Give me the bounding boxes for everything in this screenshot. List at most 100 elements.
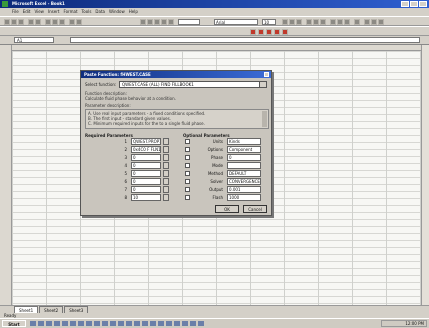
taskbar-app-icon[interactable]: [166, 321, 172, 326]
start-button[interactable]: Start: [2, 320, 26, 327]
optional-checkbox[interactable]: [185, 171, 190, 176]
save-icon[interactable]: [18, 19, 24, 25]
taskbar-app-icon[interactable]: [182, 321, 188, 326]
taskbar-app-icon[interactable]: [62, 321, 68, 326]
print-icon[interactable]: [28, 19, 34, 25]
required-param-input[interactable]: 0: [131, 162, 161, 169]
align-left-icon[interactable]: [306, 19, 312, 25]
taskbar-app-icon[interactable]: [142, 321, 148, 326]
menu-data[interactable]: Data: [95, 8, 105, 16]
taskbar-app-icon[interactable]: [38, 321, 44, 326]
menu-tools[interactable]: Tools: [82, 8, 92, 16]
font-name-select[interactable]: Arial: [214, 19, 258, 25]
row-headers[interactable]: [0, 45, 12, 305]
taskbar-app-icon[interactable]: [54, 321, 60, 326]
font-size-select[interactable]: 10: [262, 19, 276, 25]
optional-checkbox[interactable]: [185, 147, 190, 152]
optional-param-input[interactable]: DEFAULT: [227, 170, 261, 177]
taskbar-app-icon[interactable]: [78, 321, 84, 326]
taskbar-app-icon[interactable]: [86, 321, 92, 326]
optional-param-input[interactable]: 0: [227, 154, 261, 161]
sum-icon[interactable]: [140, 19, 146, 25]
addin-icon-2[interactable]: [258, 29, 264, 35]
optional-checkbox[interactable]: [185, 195, 190, 200]
fill-color-icon[interactable]: [371, 19, 377, 25]
collapse-button[interactable]: [163, 178, 169, 185]
required-param-input[interactable]: 0: [131, 186, 161, 193]
minimize-button[interactable]: [401, 1, 409, 7]
taskbar-app-icon[interactable]: [110, 321, 116, 326]
optional-param-input[interactable]: 0.001: [227, 186, 261, 193]
taskbar-app-icon[interactable]: [30, 321, 36, 326]
function-select[interactable]: QWEST.CASE (ALL) FIND FILLBOOK1: [119, 81, 267, 88]
cut-icon[interactable]: [45, 19, 51, 25]
addin-icon-3[interactable]: [266, 29, 272, 35]
open-icon[interactable]: [11, 19, 17, 25]
close-button[interactable]: [419, 1, 427, 7]
comma-icon[interactable]: [344, 19, 350, 25]
collapse-button[interactable]: [163, 138, 169, 145]
font-color-icon[interactable]: [378, 19, 384, 25]
column-headers[interactable]: [12, 45, 429, 51]
formula-input[interactable]: [70, 37, 420, 43]
optional-param-input[interactable]: 1000: [227, 194, 261, 201]
currency-icon[interactable]: [330, 19, 336, 25]
ok-button[interactable]: OK: [215, 205, 239, 213]
collapse-button[interactable]: [163, 186, 169, 193]
align-right-icon[interactable]: [320, 19, 326, 25]
description-scrollbar[interactable]: [262, 111, 267, 127]
menu-edit[interactable]: Edit: [23, 8, 31, 16]
paste-icon[interactable]: [59, 19, 65, 25]
collapse-button[interactable]: [163, 170, 169, 177]
bold-icon[interactable]: [282, 19, 288, 25]
taskbar-app-icon[interactable]: [150, 321, 156, 326]
collapse-button[interactable]: [163, 162, 169, 169]
menu-format[interactable]: Format: [63, 8, 77, 16]
optional-param-input[interactable]: CONVERGENCE: [227, 178, 261, 185]
vertical-scrollbar[interactable]: [421, 45, 429, 305]
percent-icon[interactable]: [337, 19, 343, 25]
sort-desc-icon[interactable]: [161, 19, 167, 25]
required-param-input[interactable]: 0x4C0 F FLN1: [131, 146, 161, 153]
indent-icon[interactable]: [354, 19, 360, 25]
menu-view[interactable]: View: [34, 8, 44, 16]
borders-icon[interactable]: [364, 19, 370, 25]
zoom-select[interactable]: [178, 19, 200, 25]
addin-icon-4[interactable]: [274, 29, 280, 35]
sort-asc-icon[interactable]: [154, 19, 160, 25]
collapse-button[interactable]: [163, 194, 169, 201]
optional-param-input[interactable]: Kinds: [227, 138, 261, 145]
required-param-input[interactable]: 0: [131, 170, 161, 177]
menu-help[interactable]: Help: [129, 8, 138, 16]
dialog-close-button[interactable]: [264, 72, 269, 77]
preview-icon[interactable]: [35, 19, 41, 25]
optional-checkbox[interactable]: [185, 163, 190, 168]
taskbar-app-icon[interactable]: [102, 321, 108, 326]
taskbar-app-icon[interactable]: [198, 321, 204, 326]
required-param-input[interactable]: 10: [131, 194, 161, 201]
optional-param-input[interactable]: Component: [227, 146, 261, 153]
taskbar-app-icon[interactable]: [190, 321, 196, 326]
undo-icon[interactable]: [69, 19, 75, 25]
taskbar-app-icon[interactable]: [94, 321, 100, 326]
taskbar-app-icon[interactable]: [46, 321, 52, 326]
menu-insert[interactable]: Insert: [48, 8, 59, 16]
optional-checkbox[interactable]: [185, 179, 190, 184]
optional-checkbox[interactable]: [185, 139, 190, 144]
name-box[interactable]: A1: [14, 37, 54, 43]
underline-icon[interactable]: [296, 19, 302, 25]
copy-icon[interactable]: [52, 19, 58, 25]
new-icon[interactable]: [4, 19, 10, 25]
optional-checkbox[interactable]: [185, 155, 190, 160]
chevron-down-icon[interactable]: [259, 82, 266, 87]
taskbar-app-icon[interactable]: [134, 321, 140, 326]
menu-file[interactable]: File: [12, 8, 19, 16]
taskbar-app-icon[interactable]: [174, 321, 180, 326]
required-param-input[interactable]: QWEST.PROP1_FILE: [131, 138, 161, 145]
optional-param-input[interactable]: [227, 162, 261, 169]
taskbar-app-icon[interactable]: [158, 321, 164, 326]
collapse-button[interactable]: [163, 146, 169, 153]
menu-window[interactable]: Window: [109, 8, 125, 16]
align-center-icon[interactable]: [313, 19, 319, 25]
italic-icon[interactable]: [289, 19, 295, 25]
